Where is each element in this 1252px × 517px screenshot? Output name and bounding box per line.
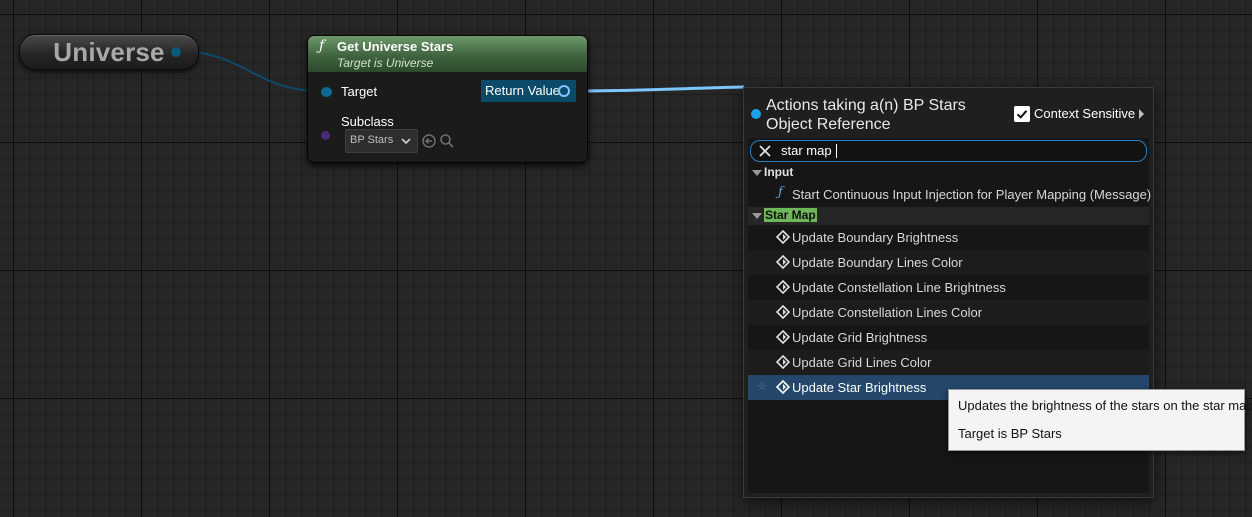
event-diamond-icon xyxy=(776,380,790,394)
list-item-label: Update Grid Lines Color xyxy=(792,355,932,370)
target-pin-label: Target xyxy=(341,84,378,99)
list-item[interactable]: Update Grid Brightness xyxy=(748,325,1149,350)
list-item[interactable]: Update Boundary Lines Color xyxy=(748,250,1149,275)
collapse-triangle-icon[interactable] xyxy=(752,213,762,219)
event-diamond-icon xyxy=(776,305,790,319)
function-node-title: Get Universe Stars xyxy=(337,39,454,54)
list-item-label: Update Constellation Lines Color xyxy=(792,305,983,320)
universe-variable-node[interactable]: Universe xyxy=(19,34,199,70)
list-item-label: Start Continuous Input Injection for Pla… xyxy=(792,187,1152,202)
event-diamond-icon xyxy=(776,330,790,344)
context-sensitive-label[interactable]: Context Sensitive xyxy=(1034,106,1135,121)
event-diamond-icon xyxy=(776,280,790,294)
checkmark-icon xyxy=(1014,106,1030,122)
function-node-header[interactable]: ƒ Get Universe Stars Target is Universe xyxy=(308,36,587,72)
list-item[interactable]: Update Constellation Line Brightness xyxy=(748,275,1149,300)
chevron-down-icon xyxy=(401,138,411,145)
expand-arrow-icon[interactable] xyxy=(1139,109,1144,119)
list-item-label: Update Boundary Brightness xyxy=(792,230,959,245)
text-cursor xyxy=(836,144,837,158)
list-item-label: Update Star Brightness xyxy=(792,380,927,395)
event-diamond-icon xyxy=(776,355,790,369)
action-tooltip: Updates the brightness of the stars on t… xyxy=(948,389,1252,451)
action-search-input[interactable] xyxy=(781,142,1131,159)
favorite-star-icon[interactable]: ☆ xyxy=(757,380,767,393)
event-diamond-icon xyxy=(776,230,790,244)
subclass-dropdown-value: BP Stars xyxy=(350,134,394,146)
return-value-label: Return Value xyxy=(485,83,560,98)
wire-return-to-menu xyxy=(572,85,745,93)
list-item-label: Update Boundary Lines Color xyxy=(792,255,963,270)
browse-search-icon[interactable] xyxy=(439,133,455,149)
list-item[interactable]: ƒ Start Continuous Input Injection for P… xyxy=(748,182,1152,207)
list-item-label: Update Grid Brightness xyxy=(792,330,928,345)
list-item[interactable]: Update Grid Lines Color xyxy=(748,350,1149,375)
action-list[interactable]: Input ƒ Start Continuous Input Injection… xyxy=(748,164,1152,400)
close-icon[interactable] xyxy=(759,145,771,157)
context-menu-title: Actions taking a(n) BP Stars Object Refe… xyxy=(766,97,966,133)
function-icon: ƒ xyxy=(319,38,325,54)
target-input-pin[interactable] xyxy=(321,87,332,97)
category-label: Input xyxy=(764,165,794,179)
list-item-label: Update Constellation Line Brightness xyxy=(792,280,1006,295)
tooltip-description: Updates the brightness of the stars on t… xyxy=(958,398,1252,413)
collapse-triangle-icon[interactable] xyxy=(752,170,762,176)
variable-output-pin[interactable] xyxy=(171,47,181,57)
context-menu-header: Actions taking a(n) BP Stars Object Refe… xyxy=(748,92,1149,138)
list-item[interactable]: Update Boundary Brightness xyxy=(748,225,1149,250)
category-input[interactable]: Input xyxy=(748,164,1149,182)
event-diamond-icon xyxy=(776,255,790,269)
list-item[interactable]: Update Constellation Lines Color xyxy=(748,300,1149,325)
subclass-pin-label: Subclass xyxy=(341,114,394,129)
function-icon: ƒ xyxy=(778,185,783,200)
return-value-pin-highlight[interactable]: Return Value xyxy=(481,80,576,102)
object-reference-icon xyxy=(751,109,761,119)
return-value-pin[interactable] xyxy=(558,85,570,97)
use-selected-arrow-icon[interactable] xyxy=(421,133,437,149)
action-search-box[interactable] xyxy=(750,140,1147,162)
context-sensitive-checkbox[interactable] xyxy=(1014,106,1030,122)
subclass-input-pin[interactable] xyxy=(321,131,330,140)
category-label: Star Map xyxy=(764,208,817,222)
category-star-map[interactable]: Star Map xyxy=(748,207,1149,225)
subclass-dropdown[interactable]: BP Stars xyxy=(345,129,418,153)
tooltip-target: Target is BP Stars xyxy=(958,426,1062,441)
function-node-subtitle: Target is Universe xyxy=(337,56,434,70)
get-universe-stars-node[interactable]: ƒ Get Universe Stars Target is Universe … xyxy=(307,35,588,163)
